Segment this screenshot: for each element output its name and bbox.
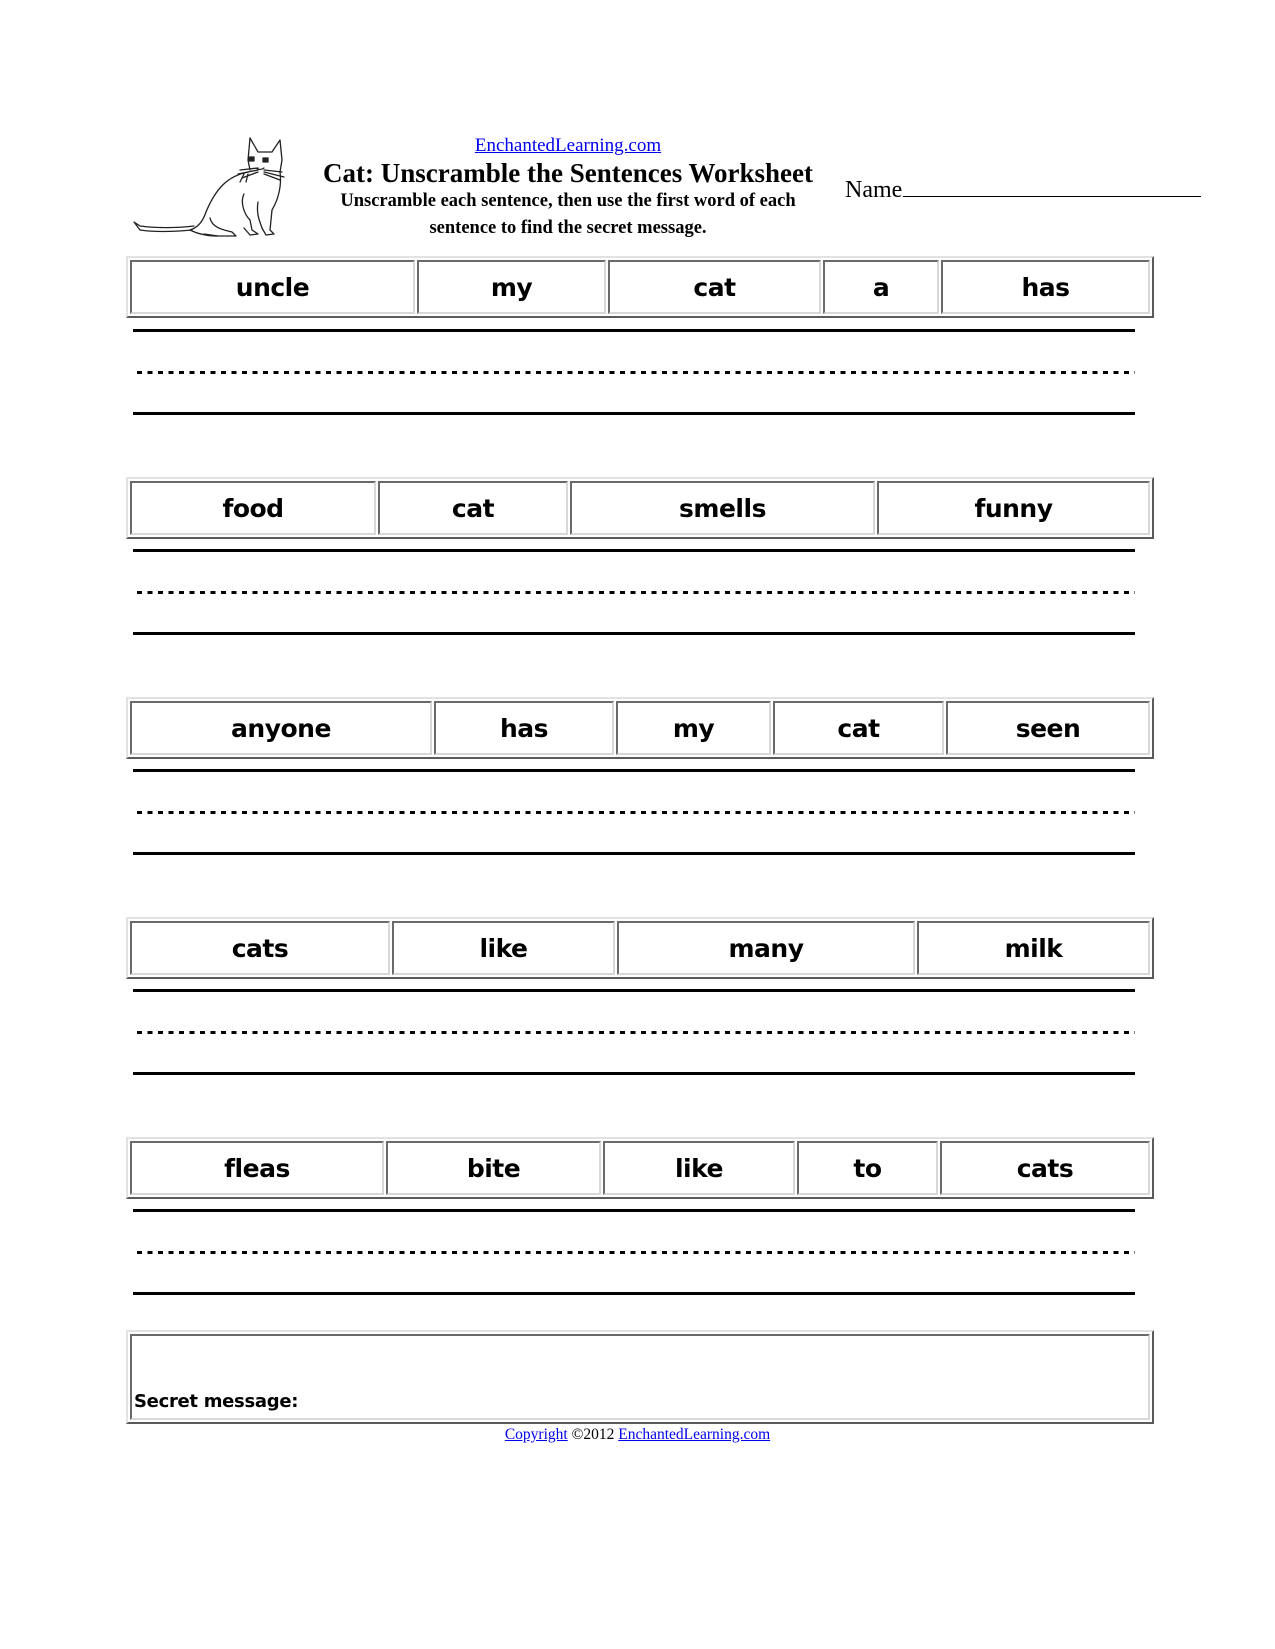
instructions-line-2: sentence to find the secret message. — [429, 218, 707, 238]
footer-site-link[interactable]: EnchantedLearning.com — [618, 1426, 770, 1443]
name-field: Name — [845, 175, 1202, 204]
word-tile: cat — [608, 260, 821, 314]
word-tile: food — [130, 481, 376, 535]
writing-line-top — [133, 769, 1135, 772]
writing-line-top — [133, 1209, 1135, 1212]
copyright-link[interactable]: Copyright — [505, 1426, 568, 1443]
cat-illustration — [133, 137, 285, 237]
word-tile: a — [823, 260, 939, 314]
secret-message-box[interactable]: Secret message: — [126, 1330, 1154, 1424]
scrambled-sentence-1: uncle my cat a has — [126, 256, 1154, 318]
word-tile: bite — [386, 1141, 601, 1195]
scrambled-sentence-4: cats like many milk — [126, 917, 1154, 979]
word-tile: anyone — [130, 701, 432, 755]
site-link[interactable]: EnchantedLearning.com — [475, 135, 661, 157]
page-title: Cat: Unscramble the Sentences Worksheet — [323, 158, 813, 188]
footer: Copyright ©2012 EnchantedLearning.com — [0, 1425, 1275, 1445]
scrambled-sentence-3: anyone has my cat seen — [126, 697, 1154, 759]
word-tile: has — [941, 260, 1150, 314]
word-tile: milk — [917, 921, 1150, 975]
word-tile: funny — [877, 481, 1150, 535]
scrambled-sentence-2: food cat smells funny — [126, 477, 1154, 539]
writing-line-bottom[interactable] — [133, 632, 1135, 635]
word-tile: my — [616, 701, 771, 755]
instructions-line-1: Unscramble each sentence, then use the f… — [340, 191, 796, 211]
word-tile: like — [392, 921, 615, 975]
writing-line-midline — [137, 1031, 1135, 1034]
word-tile: has — [434, 701, 614, 755]
word-tile: cats — [130, 921, 390, 975]
word-tile: to — [797, 1141, 938, 1195]
word-tile: smells — [570, 481, 875, 535]
writing-line-bottom[interactable] — [133, 412, 1135, 415]
word-tile: uncle — [130, 260, 415, 314]
writing-line-top — [133, 989, 1135, 992]
word-tile: like — [603, 1141, 795, 1195]
name-label: Name — [845, 177, 903, 203]
worksheet-header: EnchantedLearning.com Cat: Unscramble th… — [300, 135, 836, 242]
word-tile: seen — [946, 701, 1150, 755]
word-tile: my — [417, 260, 606, 314]
word-tile: many — [617, 921, 915, 975]
writing-line-bottom[interactable] — [133, 1292, 1135, 1295]
word-tile: cat — [773, 701, 944, 755]
writing-line-bottom[interactable] — [133, 852, 1135, 855]
writing-line-bottom[interactable] — [133, 1072, 1135, 1075]
word-tile: fleas — [130, 1141, 384, 1195]
secret-message-label: Secret message: — [134, 1391, 299, 1412]
writing-line-top — [133, 549, 1135, 552]
name-blank-line[interactable] — [903, 175, 1202, 197]
writing-line-midline — [137, 591, 1135, 594]
secret-message-cell[interactable]: Secret message: — [130, 1334, 1150, 1420]
writing-line-midline — [137, 811, 1135, 814]
word-tile: cats — [940, 1141, 1150, 1195]
writing-line-top — [133, 329, 1135, 332]
word-tile: cat — [378, 481, 568, 535]
scrambled-sentence-5: fleas bite like to cats — [126, 1137, 1154, 1199]
writing-line-midline — [137, 371, 1135, 374]
copyright-year: ©2012 — [571, 1426, 615, 1443]
writing-line-midline — [137, 1251, 1135, 1254]
